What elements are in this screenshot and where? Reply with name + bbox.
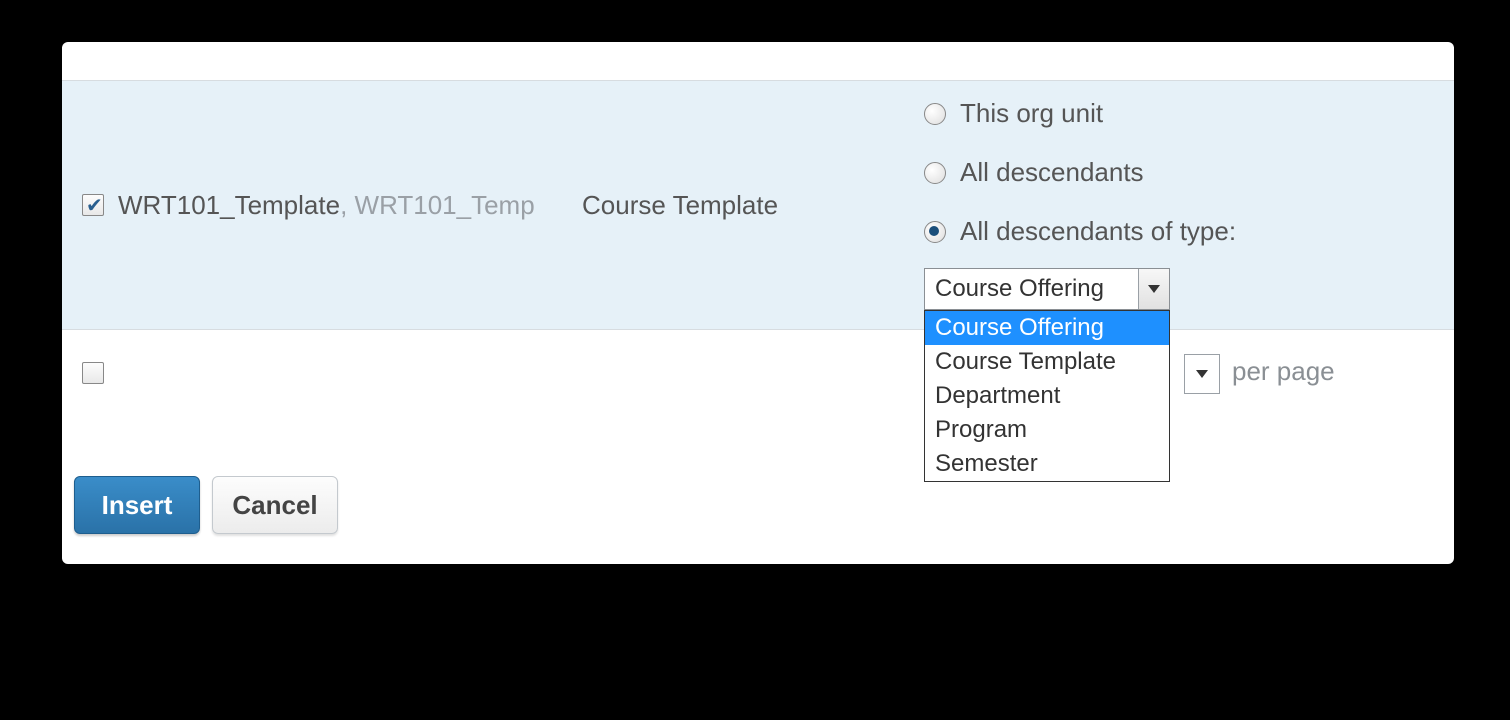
select-option[interactable]: Program [925, 413, 1169, 447]
scope-option-this-unit[interactable]: This org unit [924, 98, 1424, 129]
chevron-down-icon [1196, 370, 1208, 378]
scope-label: This org unit [960, 98, 1103, 129]
chevron-down-icon [1148, 285, 1160, 293]
row-checkbox[interactable]: ✔ [82, 194, 104, 216]
select-option[interactable]: Department [925, 379, 1169, 413]
select-option[interactable]: Course Template [925, 345, 1169, 379]
select-all-checkbox[interactable] [82, 362, 104, 384]
org-unit-name-sep: , [340, 190, 354, 220]
per-page-select[interactable] [1184, 354, 1220, 394]
radio-icon [924, 221, 946, 243]
select-option[interactable]: Course Offering [925, 311, 1169, 345]
select-toggle-button[interactable] [1138, 269, 1169, 309]
descendant-type-select[interactable]: Course Offering [924, 268, 1170, 310]
checkmark-icon: ✔ [86, 193, 103, 218]
scope-label: All descendants of type: [960, 216, 1236, 247]
org-unit-name-primary: WRT101_Template [118, 190, 340, 220]
select-option[interactable]: Semester [925, 447, 1169, 481]
org-unit-type: Course Template [582, 190, 778, 221]
dialog-panel: ✔ WRT101_Template, WRT101_Temp Course Te… [62, 42, 1454, 564]
org-unit-name-secondary: WRT101_Temp [355, 190, 535, 220]
scope-option-all-descendants[interactable]: All descendants [924, 157, 1424, 188]
select-value: Course Offering [925, 269, 1138, 309]
scope-label: All descendants [960, 157, 1144, 188]
stage: ✔ WRT101_Template, WRT101_Temp Course Te… [0, 0, 1510, 720]
org-unit-name: WRT101_Template, WRT101_Temp [118, 190, 535, 221]
descendant-type-options-list: Course Offering Course Template Departme… [924, 310, 1170, 482]
radio-icon [924, 103, 946, 125]
radio-icon [924, 162, 946, 184]
scope-option-typed-descendants[interactable]: All descendants of type: [924, 216, 1424, 247]
cancel-button[interactable]: Cancel [212, 476, 338, 534]
scope-radio-group: This org unit All descendants All descen… [924, 98, 1424, 275]
insert-button[interactable]: Insert [74, 476, 200, 534]
per-page-label: per page [1232, 356, 1335, 387]
